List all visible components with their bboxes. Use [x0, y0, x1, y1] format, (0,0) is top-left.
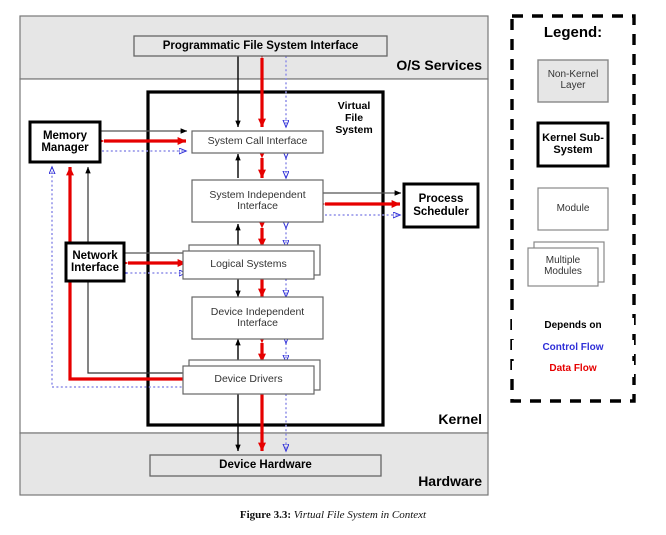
box-device-drivers[interactable] [182, 359, 321, 395]
box-system-call-interface[interactable] [191, 130, 324, 154]
box-network-interface[interactable] [64, 241, 126, 283]
box-logical-systems[interactable] [182, 244, 321, 280]
box-device-hardware[interactable] [149, 454, 382, 477]
legend-swatch-module [537, 187, 609, 231]
figure-caption-title: Virtual File System in Context [293, 509, 427, 521]
box-device-independent-interface[interactable] [191, 296, 324, 340]
architecture-diagram [19, 14, 636, 496]
box-programmatic-file-system-interface[interactable] [133, 35, 388, 57]
figure-caption-prefix: Figure 3.3: [239, 509, 291, 521]
box-memory-manager[interactable] [28, 120, 102, 164]
legend-swatch-multiple-modules [527, 241, 605, 287]
legend-swatch-kernel-sub-system [536, 121, 610, 168]
legend-swatch-non-kernel-layer [537, 59, 609, 103]
box-process-scheduler[interactable] [402, 182, 480, 229]
figure-caption: Figure 3.3: Virtual File System in Conte… [0, 509, 666, 521]
box-system-independent-interface[interactable] [191, 179, 324, 223]
figure-root: O/S Services Kernel Hardware Virtual Fil… [0, 0, 666, 535]
